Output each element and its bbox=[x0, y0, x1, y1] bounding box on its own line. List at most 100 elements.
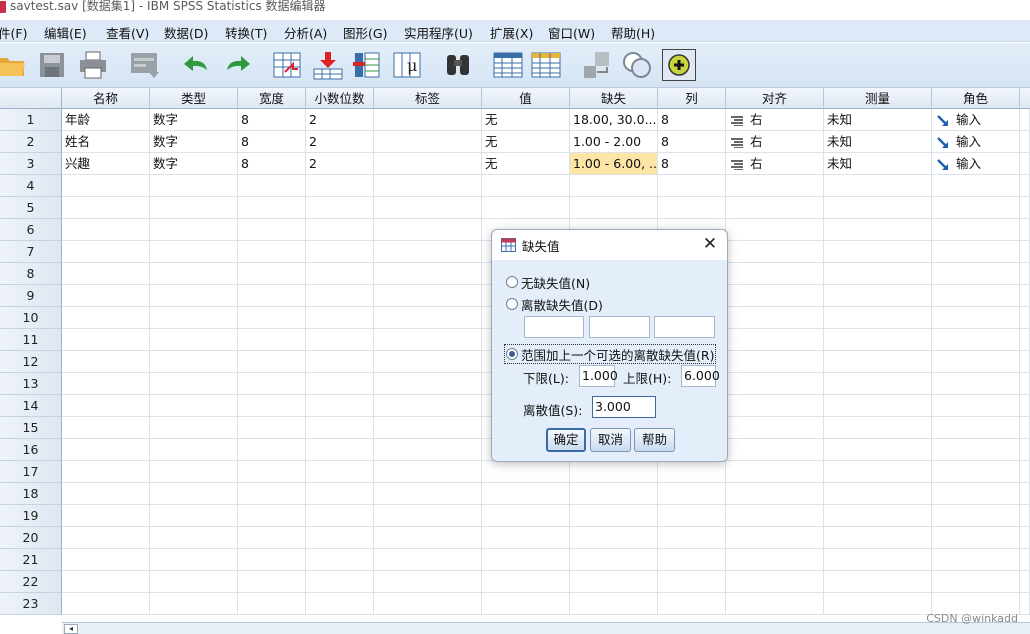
discrete-missing-radio[interactable] bbox=[506, 298, 518, 310]
add-on-icon[interactable] bbox=[662, 49, 696, 81]
cell-align[interactable] bbox=[726, 175, 824, 197]
row-number[interactable]: 7 bbox=[0, 241, 62, 263]
cell-decimals[interactable] bbox=[306, 395, 374, 417]
cell-align[interactable] bbox=[726, 571, 824, 593]
cell-measure[interactable]: 未知 bbox=[824, 131, 932, 153]
find-icon[interactable] bbox=[441, 49, 475, 81]
cell-columns[interactable] bbox=[658, 461, 726, 483]
row-number[interactable]: 14 bbox=[0, 395, 62, 417]
row-number[interactable]: 4 bbox=[0, 175, 62, 197]
cell-decimals[interactable] bbox=[306, 329, 374, 351]
cell-decimals[interactable] bbox=[306, 219, 374, 241]
cell-align[interactable] bbox=[726, 263, 824, 285]
cell-type[interactable] bbox=[150, 241, 238, 263]
cell-missing[interactable] bbox=[570, 175, 658, 197]
cell-label[interactable] bbox=[374, 197, 482, 219]
cell-type[interactable]: 数字 bbox=[150, 109, 238, 131]
cell-label[interactable] bbox=[374, 109, 482, 131]
cell-role[interactable] bbox=[932, 307, 1020, 329]
cell-align[interactable] bbox=[726, 307, 824, 329]
cell-name[interactable] bbox=[62, 197, 150, 219]
cell-name[interactable] bbox=[62, 549, 150, 571]
cell-values[interactable] bbox=[482, 549, 570, 571]
cell-role[interactable] bbox=[932, 373, 1020, 395]
cell-measure[interactable] bbox=[824, 505, 932, 527]
cell-type[interactable]: 数字 bbox=[150, 153, 238, 175]
row-number[interactable]: 11 bbox=[0, 329, 62, 351]
cell-width[interactable]: 8 bbox=[238, 109, 306, 131]
row-number[interactable]: 17 bbox=[0, 461, 62, 483]
cell-values[interactable] bbox=[482, 527, 570, 549]
column-header-label[interactable]: 标签 bbox=[374, 88, 482, 109]
cell-label[interactable] bbox=[374, 571, 482, 593]
cell-role[interactable] bbox=[932, 241, 1020, 263]
cell-columns[interactable] bbox=[658, 483, 726, 505]
cell-columns[interactable]: 8 bbox=[658, 131, 726, 153]
cell-width[interactable] bbox=[238, 263, 306, 285]
menu-help[interactable]: 帮助(H) bbox=[611, 23, 655, 42]
cell-missing[interactable] bbox=[570, 527, 658, 549]
cell-measure[interactable]: 未知 bbox=[824, 109, 932, 131]
cell-decimals[interactable]: 2 bbox=[306, 109, 374, 131]
cell-align[interactable] bbox=[726, 285, 824, 307]
cell-type[interactable] bbox=[150, 417, 238, 439]
cell-width[interactable] bbox=[238, 197, 306, 219]
cell-width[interactable] bbox=[238, 219, 306, 241]
discrete-value-field[interactable]: 3.000 bbox=[592, 396, 656, 418]
cell-columns[interactable] bbox=[658, 549, 726, 571]
cell-values[interactable]: 无 bbox=[482, 153, 570, 175]
select-cases-icon[interactable] bbox=[529, 49, 563, 81]
cell-columns[interactable] bbox=[658, 593, 726, 615]
cell-align[interactable] bbox=[726, 417, 824, 439]
cell-align[interactable] bbox=[726, 483, 824, 505]
cell-role[interactable] bbox=[932, 549, 1020, 571]
cell-align[interactable] bbox=[726, 329, 824, 351]
cell-name[interactable] bbox=[62, 571, 150, 593]
column-header-align[interactable]: 对齐 bbox=[726, 88, 824, 109]
cell-missing[interactable] bbox=[570, 505, 658, 527]
cell-type[interactable] bbox=[150, 483, 238, 505]
cell-decimals[interactable] bbox=[306, 527, 374, 549]
cell-label[interactable] bbox=[374, 549, 482, 571]
cell-decimals[interactable] bbox=[306, 307, 374, 329]
cell-role[interactable] bbox=[932, 461, 1020, 483]
cell-label[interactable] bbox=[374, 285, 482, 307]
cell-type[interactable] bbox=[150, 285, 238, 307]
cell-role[interactable]: 输入 bbox=[932, 109, 1020, 131]
cell-align[interactable] bbox=[726, 439, 824, 461]
cell-width[interactable] bbox=[238, 439, 306, 461]
high-value-field[interactable]: 6.000 bbox=[681, 365, 720, 387]
row-number[interactable]: 9 bbox=[0, 285, 62, 307]
cell-values[interactable] bbox=[482, 505, 570, 527]
discrete-value-field-3[interactable] bbox=[654, 316, 715, 338]
cell-measure[interactable] bbox=[824, 549, 932, 571]
cell-align[interactable]: 右 bbox=[726, 153, 824, 175]
discrete-value-field-2[interactable] bbox=[589, 316, 650, 338]
cell-type[interactable] bbox=[150, 527, 238, 549]
cell-missing[interactable]: 18.00, 30.0... bbox=[570, 109, 658, 131]
cell-label[interactable] bbox=[374, 483, 482, 505]
row-number[interactable]: 1 bbox=[0, 109, 62, 131]
cell-width[interactable] bbox=[238, 175, 306, 197]
horizontal-scrollbar[interactable]: ◂ bbox=[62, 622, 1030, 634]
cell-role[interactable] bbox=[932, 329, 1020, 351]
cell-values[interactable] bbox=[482, 571, 570, 593]
cell-measure[interactable] bbox=[824, 241, 932, 263]
cell-columns[interactable] bbox=[658, 505, 726, 527]
cell-decimals[interactable] bbox=[306, 593, 374, 615]
cell-values[interactable] bbox=[482, 593, 570, 615]
cell-decimals[interactable]: 2 bbox=[306, 131, 374, 153]
cell-role[interactable] bbox=[932, 285, 1020, 307]
scroll-left-icon[interactable]: ◂ bbox=[64, 624, 78, 634]
cell-role[interactable] bbox=[932, 483, 1020, 505]
column-header-columns[interactable]: 列 bbox=[658, 88, 726, 109]
row-number[interactable]: 18 bbox=[0, 483, 62, 505]
cell-type[interactable] bbox=[150, 373, 238, 395]
cell-label[interactable] bbox=[374, 175, 482, 197]
cell-values[interactable] bbox=[482, 175, 570, 197]
row-number[interactable]: 5 bbox=[0, 197, 62, 219]
cell-width[interactable] bbox=[238, 483, 306, 505]
cell-label[interactable] bbox=[374, 461, 482, 483]
cell-type[interactable] bbox=[150, 461, 238, 483]
cell-role[interactable] bbox=[932, 263, 1020, 285]
